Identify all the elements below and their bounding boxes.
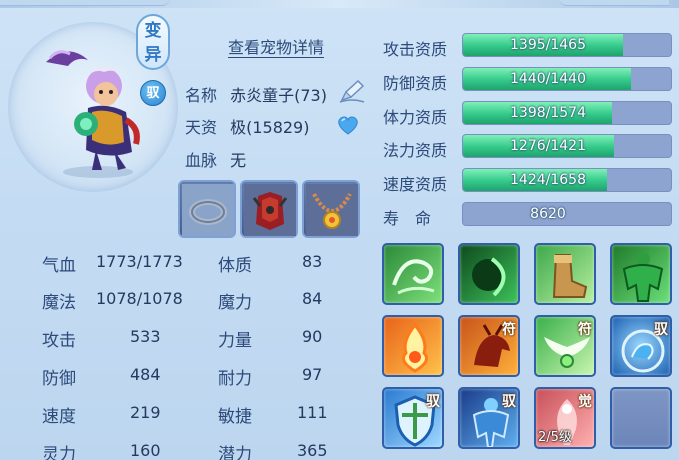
aptitude-attack-bar: 1395/1465 <box>462 33 672 57</box>
pet-bloodline-row: 血脉 无 <box>185 147 246 171</box>
rename-pencil-icon[interactable] <box>338 78 366 104</box>
skill-slot-5[interactable] <box>382 315 444 377</box>
aptitude-magic-label: 法力资质 <box>383 141 448 160</box>
stat-endurance-label: 耐力 <box>218 369 252 389</box>
aptitude-stamina-label: 体力资质 <box>383 108 448 127</box>
skill-10-yu-tag: 驭 <box>502 394 516 410</box>
skill-7-fu-tag: 符 <box>578 322 592 338</box>
skill-slot-7[interactable]: 符 <box>534 315 596 377</box>
aptitude-magic-bar: 1276/1421 <box>462 134 672 158</box>
stat-defense-value: 484 <box>130 365 161 384</box>
aptitude-defense-bar: 1440/1440 <box>462 67 672 91</box>
lifespan-bar: 8620 <box>462 202 672 226</box>
stat-spirit-value: 160 <box>130 441 161 460</box>
stat-agility-label: 敏捷 <box>218 407 252 427</box>
pet-talent-label: 天资 <box>185 118 218 137</box>
stat-hp-value: 1773/1773 <box>96 252 183 271</box>
stat-magic-value: 84 <box>302 289 323 308</box>
stat-attack-value: 533 <box>130 327 161 346</box>
stat-spirit-label: 灵力 <box>42 445 76 460</box>
boot-icon <box>552 254 588 298</box>
top-frame-strip <box>0 0 679 8</box>
pet-bloodline-value: 无 <box>230 151 247 170</box>
aptitude-defense-label: 防御资质 <box>383 74 448 93</box>
aptitude-stamina-bar: 1398/1574 <box>462 101 672 125</box>
aptitude-stamina-value: 1398/1574 <box>510 105 586 121</box>
skill-slot-11[interactable]: 觉 2/5级 <box>534 387 596 449</box>
skill-11-jue-tag: 觉 <box>578 394 592 410</box>
stat-potential-value: 365 <box>297 441 328 460</box>
fire-flame-icon <box>402 322 428 373</box>
pet-name-label: 名称 <box>185 86 218 105</box>
skill-slot-4[interactable] <box>610 243 672 305</box>
stat-constitution-value: 83 <box>302 252 323 271</box>
skill-slot-9[interactable]: 驭 <box>382 387 444 449</box>
stat-hp-label: 气血 <box>42 256 76 276</box>
pet-talent-value: 极(15829) <box>230 118 310 137</box>
stat-potential-label: 潜力 <box>218 445 252 460</box>
aptitude-attack-value: 1395/1465 <box>510 37 586 53</box>
aptitude-speed-label: 速度资质 <box>383 175 448 194</box>
skill-6-fu-tag: 符 <box>502 322 516 338</box>
stat-constitution-label: 体质 <box>218 256 252 276</box>
stat-attack-label: 攻击 <box>42 331 76 351</box>
skill-slot-12-empty[interactable] <box>610 387 672 449</box>
shadow-figure-icon <box>472 257 506 297</box>
skill-slot-10[interactable]: 驭 <box>458 387 520 449</box>
stat-speed-value: 219 <box>130 403 161 422</box>
skill-8-yu-tag: 驭 <box>654 322 668 338</box>
pet-bloodline-label: 血脉 <box>185 151 218 170</box>
variant-badge-char-2: 异 <box>144 45 162 65</box>
aptitude-speed-bar: 1424/1658 <box>462 168 672 192</box>
armor-icon <box>244 184 296 236</box>
skill-11-level: 2/5级 <box>538 430 572 445</box>
stat-agility-value: 111 <box>297 403 328 422</box>
skill-slot-2[interactable] <box>458 243 520 305</box>
pet-name-row: 名称 赤炎童子(73) <box>185 82 327 106</box>
equip-slot-armor[interactable] <box>240 180 298 238</box>
skill-slot-6[interactable]: 符 <box>458 315 520 377</box>
aptitude-defense-value: 1440/1440 <box>510 71 586 87</box>
stat-defense-label: 防御 <box>42 369 76 389</box>
stat-mp-label: 魔法 <box>42 293 76 313</box>
aptitude-speed-value: 1424/1658 <box>510 172 586 188</box>
stat-speed-label: 速度 <box>42 407 76 427</box>
stat-strength-value: 90 <box>302 327 323 346</box>
variant-badge: 变 异 <box>136 14 170 70</box>
skill-slot-3[interactable] <box>534 243 596 305</box>
strongman-icon <box>622 252 664 302</box>
skill-slot-8[interactable]: 驭 <box>610 315 672 377</box>
skill-9-yu-tag: 驭 <box>426 394 440 410</box>
aptitude-magic-value: 1276/1421 <box>510 138 586 154</box>
skill-slot-1[interactable] <box>382 243 444 305</box>
wind-swirl-icon <box>392 259 435 295</box>
view-pet-details-link[interactable]: 查看宠物详情 <box>228 34 324 58</box>
stat-endurance-value: 97 <box>302 365 323 384</box>
variant-badge-char-1: 变 <box>144 21 162 41</box>
stat-mp-value: 1078/1078 <box>96 289 183 308</box>
equip-slot-necklace[interactable] <box>302 180 360 238</box>
aptitude-attack-label: 攻击资质 <box>383 40 448 59</box>
stat-strength-label: 力量 <box>218 331 252 351</box>
equip-slot-collar[interactable] <box>178 180 236 238</box>
necklace-icon <box>306 184 358 236</box>
lifespan-value: 8620 <box>530 206 566 222</box>
pet-name-value: 赤炎童子(73) <box>230 86 327 105</box>
pet-talent-row: 天资 极(15829) <box>185 114 309 138</box>
lifespan-label: 寿 命 <box>383 209 432 228</box>
yu-badge: 驭 <box>140 80 166 106</box>
favorite-heart-icon[interactable] <box>336 114 360 136</box>
collar-icon <box>182 184 234 236</box>
stat-magic-label: 魔力 <box>218 293 252 313</box>
